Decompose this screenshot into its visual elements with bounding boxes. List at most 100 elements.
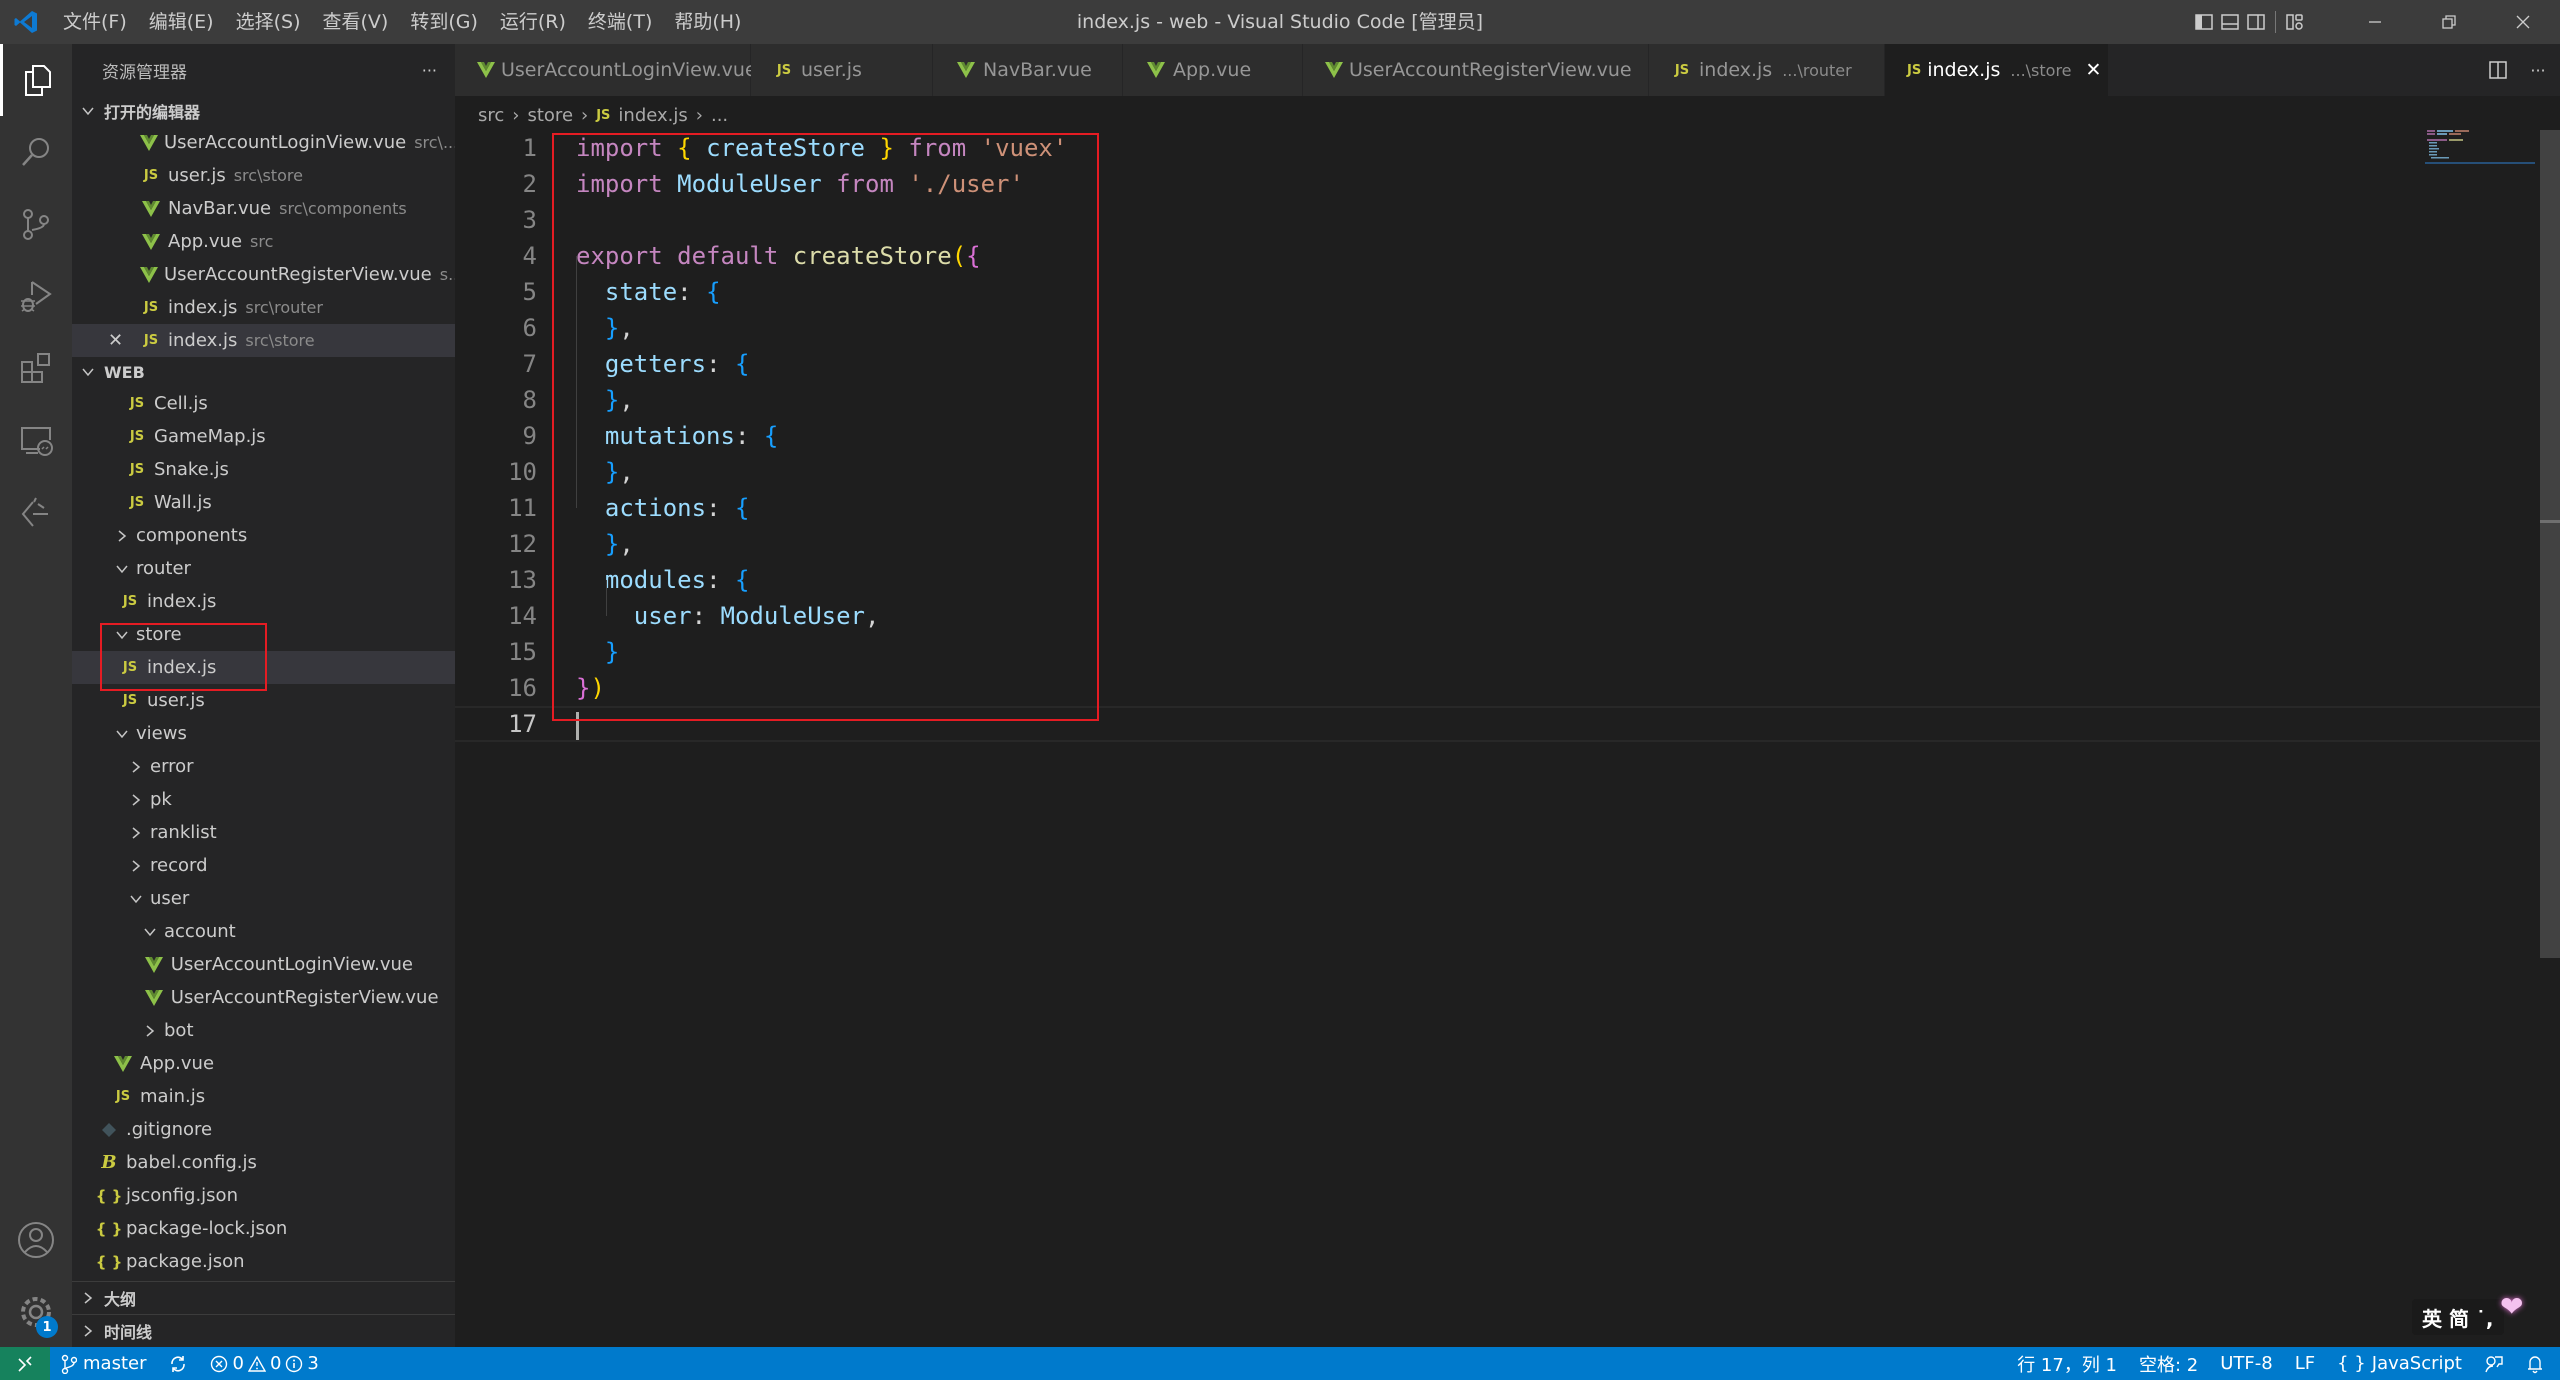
breadcrumb-item-symbols[interactable]: ... (711, 105, 728, 126)
tree-item-label: main.js (140, 1086, 206, 1107)
editor-scrollbar[interactable] (2540, 130, 2560, 958)
menu-item[interactable]: 选择(S) (225, 0, 312, 44)
gitlens-icon[interactable] (0, 476, 72, 548)
tree-folder[interactable]: bot (72, 1014, 455, 1047)
close-tab-icon[interactable]: ✕ (2086, 59, 2102, 81)
remote-indicator[interactable] (0, 1347, 50, 1380)
tree-file[interactable]: App.vue (72, 1047, 455, 1080)
close-window-button[interactable] (2486, 0, 2560, 44)
chevron-down-icon (140, 925, 160, 939)
language-mode[interactable]: { } JavaScript (2326, 1347, 2473, 1380)
open-editor-item[interactable]: JS index.js src\router (72, 291, 455, 324)
status-bar: master 0 0 3 行 17，列 1 空格: 2 UTF-8 LF { }… (0, 1347, 2560, 1380)
remote-explorer-icon[interactable] (0, 404, 72, 476)
tree-folder[interactable]: ranklist (72, 816, 455, 849)
more-actions-icon[interactable]: ··· (2516, 44, 2560, 96)
menu-item[interactable]: 终端(T) (577, 0, 663, 44)
tree-file[interactable]: Bbabel.config.js (72, 1146, 455, 1179)
outline-section[interactable]: 大纲 (72, 1282, 455, 1314)
restore-button[interactable] (2412, 0, 2486, 44)
open-editor-item[interactable]: App.vue src (72, 225, 455, 258)
tree-file[interactable]: { } package.json (72, 1245, 455, 1278)
tree-file[interactable]: { } jsconfig.json (72, 1179, 455, 1212)
editor-tab[interactable]: JS index.js ...\router (1649, 44, 1885, 96)
notifications-bell-icon[interactable] (2515, 1347, 2560, 1380)
open-editor-item[interactable]: JS user.js src\store (72, 159, 455, 192)
menu-item[interactable]: 查看(V) (312, 0, 400, 44)
menu-item[interactable]: 帮助(H) (663, 0, 752, 44)
line-number: 4 (522, 242, 537, 270)
tree-file[interactable]: JS index.js (72, 585, 455, 618)
editor-tab[interactable]: App.vue (1123, 44, 1303, 96)
split-editor-icon[interactable] (2480, 44, 2516, 96)
tree-folder[interactable]: record (72, 849, 455, 882)
tree-folder[interactable]: views (72, 717, 455, 750)
minimize-button[interactable] (2338, 0, 2412, 44)
problems-indicator[interactable]: 0 0 3 (199, 1347, 333, 1380)
tree-file[interactable]: .gitignore (72, 1113, 455, 1146)
breadcrumb-item-file[interactable]: index.js (618, 105, 687, 126)
indentation[interactable]: 空格: 2 (2128, 1347, 2209, 1380)
tree-folder[interactable]: router (72, 552, 455, 585)
editor-tab[interactable]: JS index.js ...\store ✕ (1885, 44, 2109, 96)
more-actions-button[interactable]: ··· (422, 61, 437, 80)
menu-item[interactable]: 编辑(E) (138, 0, 225, 44)
explorer-icon[interactable] (0, 44, 72, 116)
warning-icon (247, 1355, 266, 1372)
tree-folder[interactable]: components (72, 519, 455, 552)
editor-tab[interactable]: JS user.js (751, 44, 933, 96)
timeline-section[interactable]: 时间线 (72, 1315, 455, 1347)
open-editor-item[interactable]: NavBar.vue src\components (72, 192, 455, 225)
tree-file[interactable]: JS main.js (72, 1080, 455, 1113)
tree-file[interactable]: UserAccountRegisterView.vue (72, 981, 455, 1014)
minimap[interactable] (2425, 128, 2535, 168)
extensions-icon[interactable] (0, 332, 72, 404)
toggle-primary-sidebar-icon[interactable] (2191, 0, 2217, 44)
editor-tab[interactable]: NavBar.vue (933, 44, 1123, 96)
breadcrumb-item-store[interactable]: store (527, 105, 573, 126)
run-debug-icon[interactable] (0, 260, 72, 332)
tree-file[interactable]: JS Cell.js (72, 387, 455, 420)
toggle-panel-icon[interactable] (2217, 0, 2243, 44)
tree-folder[interactable]: user (72, 882, 455, 915)
git-branch[interactable]: master (50, 1347, 157, 1380)
menu-item[interactable]: 运行(R) (489, 0, 577, 44)
tree-file[interactable]: JS GameMap.js (72, 420, 455, 453)
open-editors-section[interactable]: 打开的编辑器 (72, 96, 455, 126)
workspace-section[interactable]: WEB (72, 357, 455, 387)
search-icon[interactable] (0, 116, 72, 188)
accounts-icon[interactable] (0, 1204, 72, 1276)
feedback-icon[interactable] (2473, 1347, 2515, 1380)
cursor-position[interactable]: 行 17，列 1 (2006, 1347, 2128, 1380)
open-editor-item[interactable]: UserAccountRegisterView.vue s... (72, 258, 455, 291)
editor-tab[interactable]: UserAccountLoginView.vue (455, 44, 757, 96)
breadcrumb-item-src[interactable]: src (478, 105, 504, 126)
sync-button[interactable] (157, 1347, 199, 1380)
tree-folder[interactable]: pk (72, 783, 455, 816)
tree-file[interactable]: UserAccountLoginView.vue (72, 948, 455, 981)
line-number: 8 (522, 386, 537, 414)
tree-folder[interactable]: account (72, 915, 455, 948)
menu-item[interactable]: 转到(G) (399, 0, 489, 44)
open-editor-item[interactable]: UserAccountLoginView.vue src\... (72, 126, 455, 159)
tree-file[interactable]: JS Snake.js (72, 453, 455, 486)
outline-label: 大纲 (104, 1290, 137, 1309)
file-name: index.js (168, 297, 238, 318)
tab-path: ...\router (1782, 60, 1852, 80)
tree-file[interactable]: { } package-lock.json (72, 1212, 455, 1245)
close-icon[interactable]: ✕ (108, 330, 123, 351)
ime-indicator[interactable]: 英 简 ˙, (2412, 1299, 2504, 1335)
customize-layout-icon[interactable] (2282, 0, 2308, 44)
open-editor-item[interactable]: ✕ JS index.js src\store (72, 324, 455, 357)
code-editor[interactable]: 1 import { createStore } from 'vuex' 2 impo… (455, 130, 2560, 1347)
encoding[interactable]: UTF-8 (2209, 1347, 2283, 1380)
tree-folder[interactable]: error (72, 750, 455, 783)
toggle-secondary-sidebar-icon[interactable] (2243, 0, 2269, 44)
end-of-line[interactable]: LF (2284, 1347, 2326, 1380)
menu-item[interactable]: 文件(F) (52, 0, 138, 44)
editor-tab[interactable]: UserAccountRegisterView.vue (1303, 44, 1649, 96)
line-number: 9 (522, 422, 537, 450)
manage-gear-icon[interactable]: 1 (0, 1276, 72, 1348)
source-control-icon[interactable] (0, 188, 72, 260)
tree-file[interactable]: JS Wall.js (72, 486, 455, 519)
